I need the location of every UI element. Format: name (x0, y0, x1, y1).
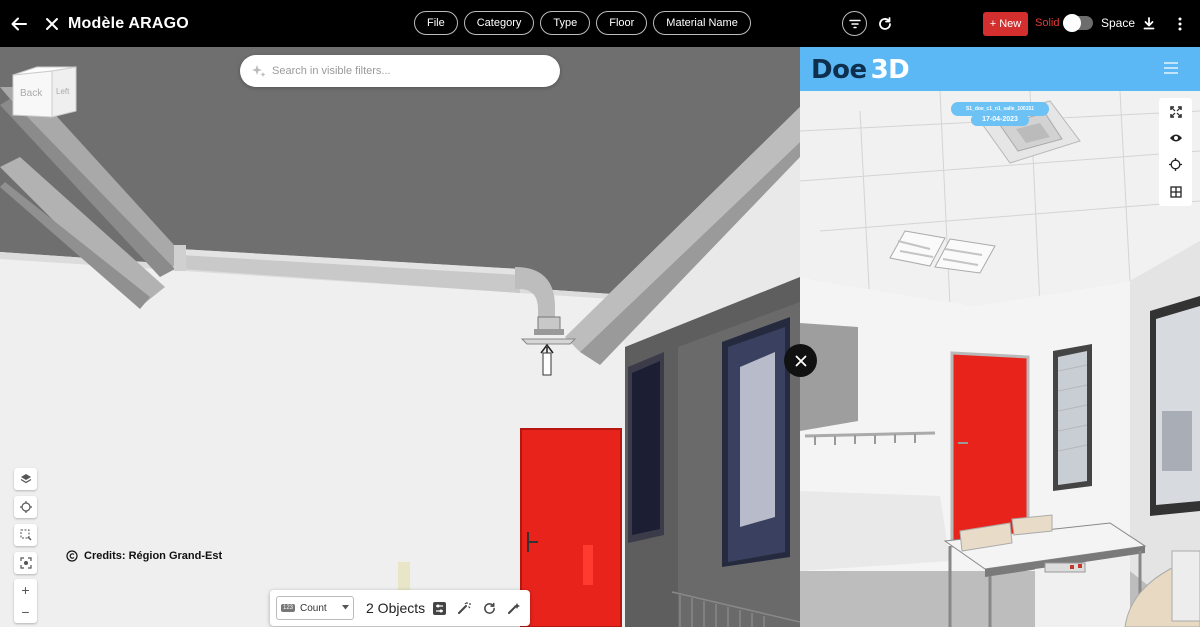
layers-icon (20, 474, 31, 484)
credits-text: Credits: Région Grand-Est (84, 550, 223, 562)
caret-down-icon (342, 605, 349, 610)
wand-sparkle-icon (508, 603, 521, 614)
3d-viewport[interactable]: Back Left + − Credits: Région Grand-Est … (0, 47, 800, 627)
filter-chip-type[interactable]: Type (540, 11, 591, 35)
box-select-button[interactable] (14, 524, 37, 546)
reset-button[interactable] (478, 596, 500, 620)
refresh-icon[interactable] (876, 0, 894, 47)
doe3d-header: Doe 3D (800, 47, 1200, 91)
doe3d-logo: Doe 3D (811, 55, 910, 85)
hamburger-menu-icon[interactable] (1164, 62, 1178, 74)
zoom-controls: + − (14, 579, 37, 623)
download-icon[interactable] (1140, 0, 1158, 47)
view-cube[interactable]: Back Left (12, 65, 78, 121)
search-bar[interactable] (240, 55, 560, 87)
solid-label: Solid (1035, 17, 1060, 29)
zoom-out-icon[interactable]: − (21, 604, 29, 620)
model-title: Modèle ARAGO (68, 15, 189, 32)
eye-icon[interactable] (1169, 133, 1183, 143)
zoom-in-icon[interactable]: + (21, 582, 29, 598)
count-label: Count (300, 602, 327, 614)
toggle-knob (1063, 14, 1081, 32)
close-icon (795, 355, 806, 366)
sliders-icon (432, 601, 446, 615)
magic-select-button[interactable] (453, 596, 475, 620)
search-input[interactable] (272, 65, 542, 77)
logo-3d-text: 3D (870, 55, 910, 85)
panorama-image (800, 91, 1200, 627)
crosshair-icon (19, 501, 32, 513)
bim-3d-scene (0, 47, 800, 627)
viewer-side-tools (14, 468, 37, 574)
count-badge: 123 (281, 604, 296, 612)
panorama-tools (1159, 98, 1192, 206)
new-button[interactable]: + New (983, 12, 1028, 36)
layers-button[interactable] (14, 468, 37, 490)
focus-button[interactable] (14, 552, 37, 574)
filter-chip-material-name[interactable]: Material Name (653, 11, 751, 35)
logo-doe-text: Doe (811, 55, 867, 85)
more-vertical-icon[interactable] (1172, 0, 1188, 47)
sparkle-icon (252, 65, 266, 77)
close-icon[interactable] (42, 0, 62, 47)
auto-select-button[interactable] (503, 596, 525, 620)
filter-list-button[interactable] (842, 11, 867, 36)
filter-chip-category[interactable]: Category (463, 11, 535, 35)
selection-bar: 123 Count 2 Objects (270, 590, 530, 626)
back-arrow-icon[interactable] (8, 0, 30, 47)
close-split-button[interactable] (784, 344, 817, 377)
fullscreen-icon[interactable] (1169, 105, 1182, 118)
refresh-icon (483, 602, 495, 614)
credits-label: Credits: Région Grand-Est (66, 550, 222, 562)
magic-wand-icon (458, 602, 472, 614)
viewcube-back-face: Back (20, 88, 43, 99)
filter-chip-floor[interactable]: Floor (596, 11, 648, 35)
focus-icon (19, 557, 32, 569)
filter-lines-icon (848, 19, 861, 28)
sliders-button[interactable] (428, 596, 450, 620)
top-bar: Modèle ARAGO File Category Type Floor Ma… (0, 0, 1200, 47)
viewcube-left-face: Left (56, 87, 70, 96)
scene-date-tag: 17-04-2023 (971, 114, 1029, 126)
locate-button[interactable] (14, 496, 37, 518)
filter-chip-file[interactable]: File (414, 11, 458, 35)
space-label: Space (1101, 16, 1136, 30)
filter-chips: File Category Type Floor Material Name (414, 11, 751, 35)
solid-space-toggle[interactable] (1063, 14, 1093, 32)
objects-count: 2 Objects (366, 600, 426, 616)
panorama-panel: Doe 3D S1_doe_c1_n1_salle_100151 17-04-2… (800, 47, 1200, 627)
box-select-icon (20, 529, 31, 541)
copyright-icon (66, 550, 78, 562)
grid-icon[interactable] (1169, 186, 1182, 199)
count-select[interactable]: 123 Count (276, 596, 354, 620)
crosshair-icon[interactable] (1169, 158, 1182, 172)
